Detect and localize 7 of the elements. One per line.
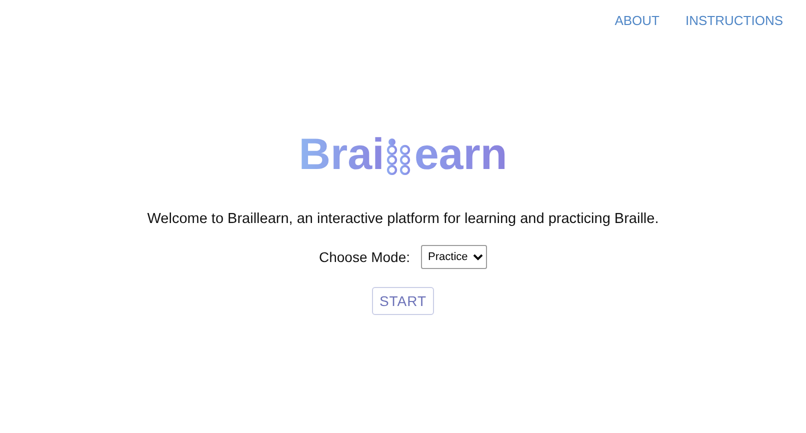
start-button[interactable]: START (372, 287, 434, 315)
braille-cell-icon (386, 138, 412, 175)
welcome-text: Welcome to Braillearn, an interactive platform for learning and practicing Braille. (147, 211, 659, 227)
nav-link[interactable]: ABOUT (614, 13, 660, 28)
nav-link[interactable]: INSTRUCTIONS (686, 13, 783, 28)
mode-label: Choose Mode: (318, 249, 410, 265)
mode-select[interactable]: Practice (421, 245, 488, 269)
